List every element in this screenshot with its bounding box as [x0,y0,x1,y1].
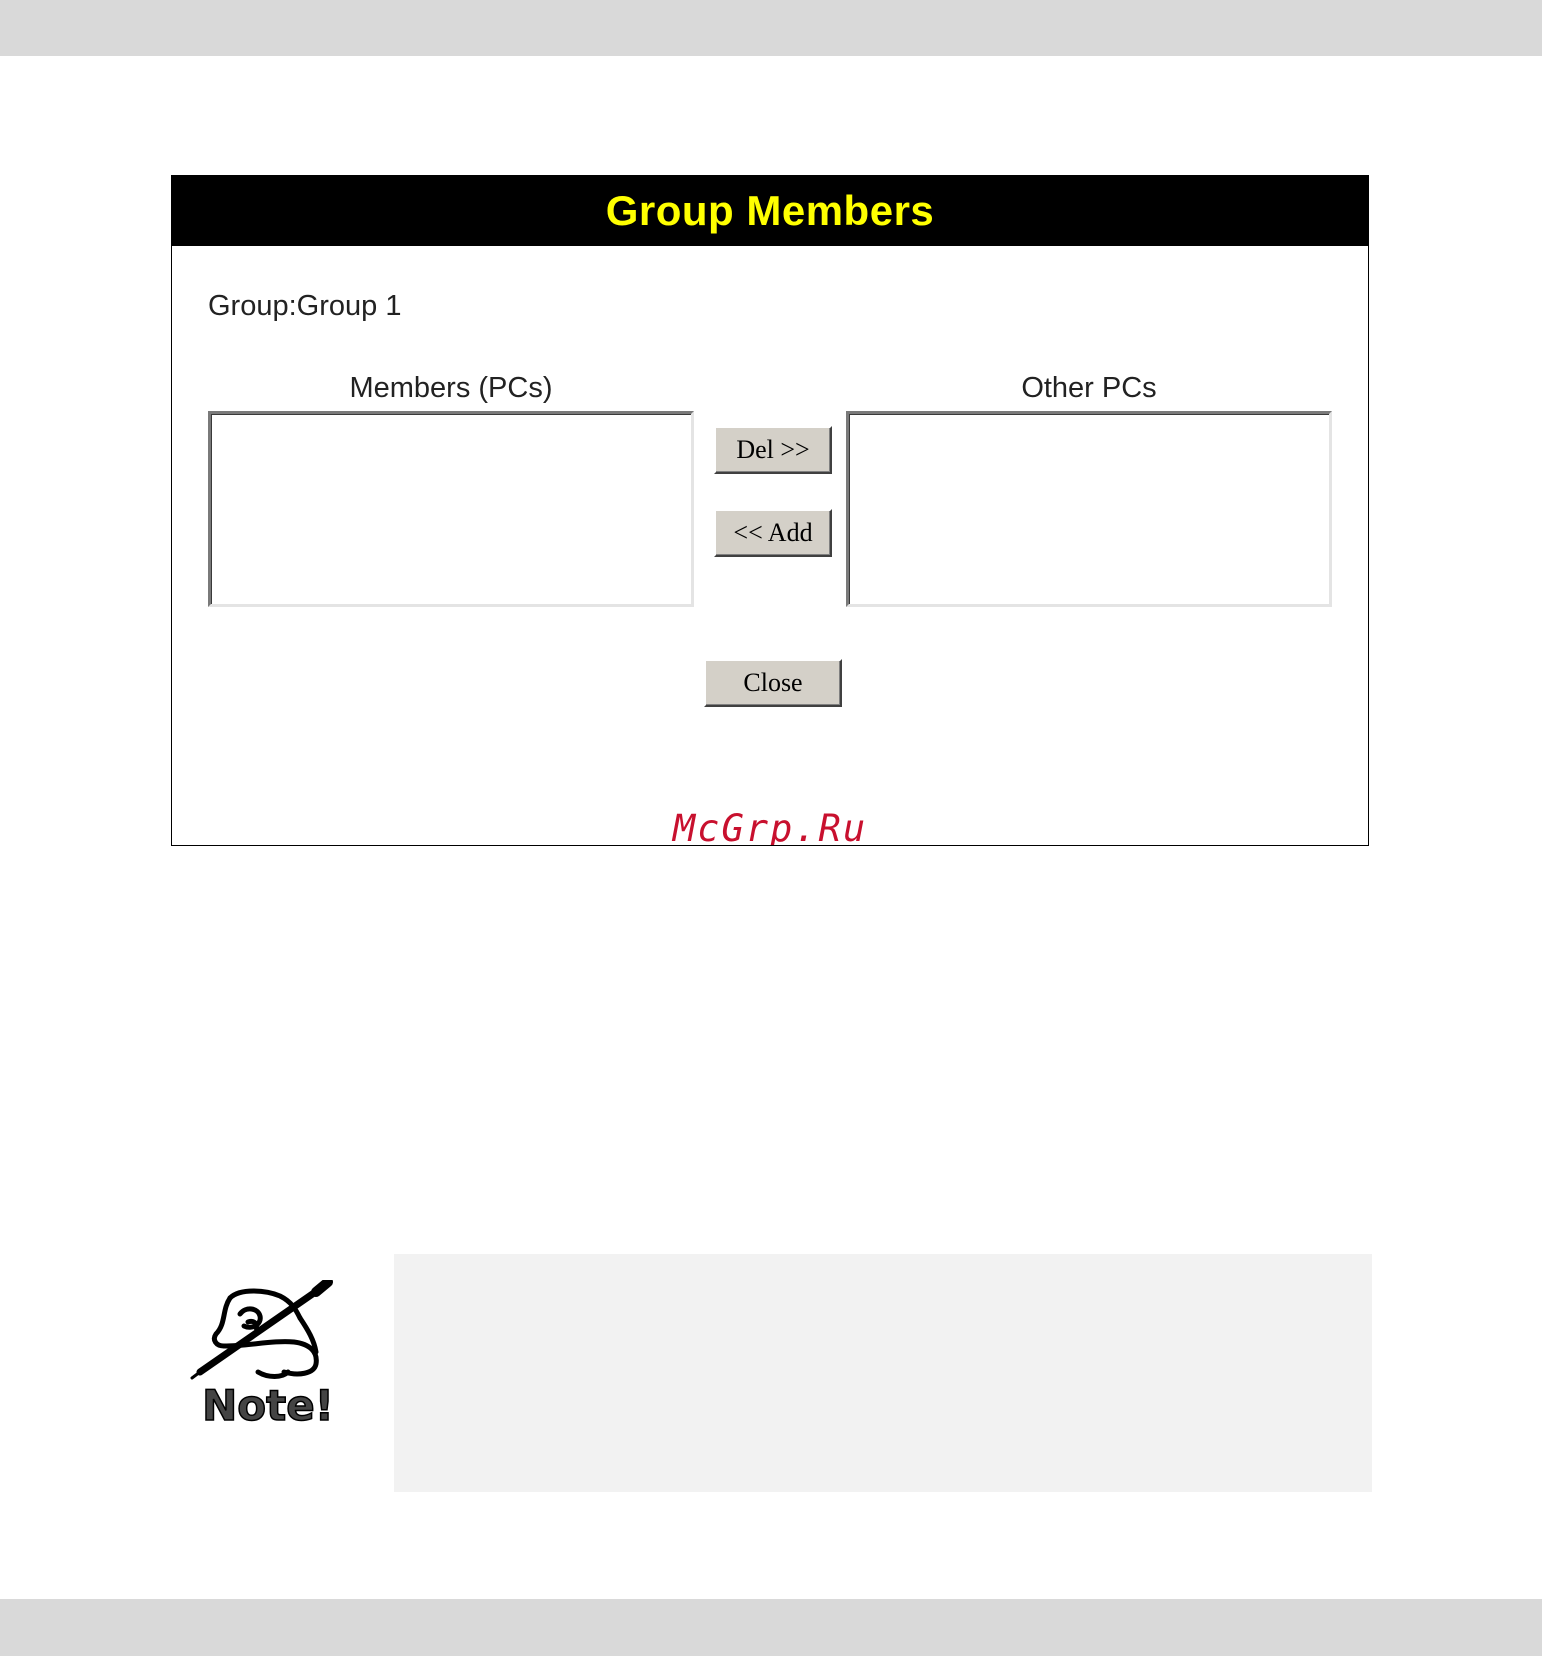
group-members-window: Group Members Group:Group 1 Members (PCs… [171,175,1369,846]
panel-header: Group Members [172,176,1368,246]
del-button[interactable]: Del >> [714,426,832,474]
other-pcs-list-label: Other PCs [1021,372,1157,404]
group-name-label: Group:Group 1 [208,290,402,322]
watermark-text: McGrp.Ru [672,807,868,846]
page-title: Group Members [605,187,935,234]
close-button[interactable]: Close [704,659,842,707]
other-pcs-listbox[interactable] [846,411,1332,607]
page-top-band [0,0,1542,56]
note-content-box [394,1254,1372,1492]
members-list-label: Members (PCs) [349,372,553,404]
note-pen-icon: Note! [188,1277,348,1431]
page-bottom-band [0,1599,1542,1656]
members-listbox[interactable] [208,411,694,607]
svg-text:Note!: Note! [202,1381,334,1430]
add-button[interactable]: << Add [714,509,832,557]
